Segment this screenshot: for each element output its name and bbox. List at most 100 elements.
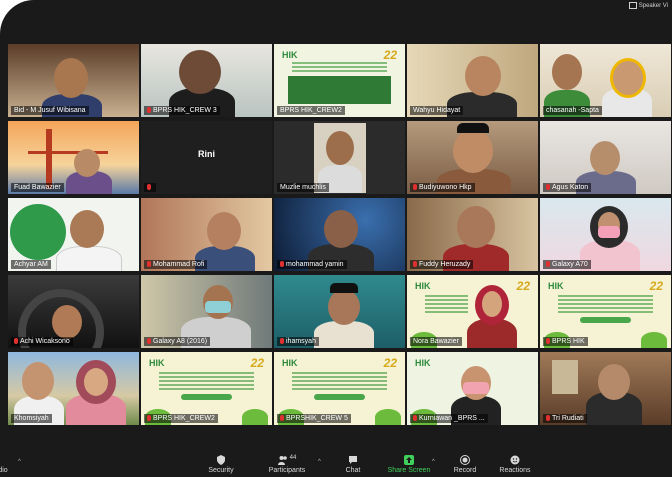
participant-name: Achyar AM [11,260,51,269]
participant-name: Wahyu Hidayat [410,106,464,115]
audio-button[interactable]: dio [0,455,28,474]
muted-mic-icon [546,415,550,422]
participant-name: Budiyuwono Hkp [410,183,475,192]
video-tile[interactable]: Fuddy Heruzady [407,198,538,271]
muted-mic-icon [147,261,151,268]
video-tile[interactable]: Fuad Bawazier [8,121,139,194]
video-tile[interactable]: Muzlie muchlis [274,121,405,194]
video-tile[interactable]: ihamsyah [274,275,405,348]
share-screen-button[interactable]: Share Screen [384,455,434,474]
video-tile[interactable]: HIK Kurniawan _BPRS ... [407,352,538,425]
leaf-decoration [641,332,667,348]
face-mask [205,301,231,313]
banner-text [159,372,254,390]
participant-body [314,321,374,348]
muted-mic-icon [546,261,550,268]
video-tile[interactable]: Wahyu Hidayat [407,44,538,117]
muted-mic-icon [413,415,417,422]
anniversary-logo: 22 [649,279,663,293]
participants-button[interactable]: 44 Participants [262,455,312,474]
participant-face [326,131,354,165]
participant-face [22,362,54,400]
participant-display-name: Rini [198,149,215,159]
participants-count: 44 [289,455,297,461]
security-button[interactable]: Security [196,455,246,474]
participants-options-caret[interactable]: ^ [318,459,321,465]
share-screen-icon [404,455,414,465]
video-tile[interactable]: BPRS HIK_CREW 3 [141,44,272,117]
participant-face [52,305,82,339]
video-tile[interactable]: Budiyuwono Hkp [407,121,538,194]
participant-face [552,54,582,90]
participant-name [144,183,156,192]
participant-name: chasanah -Sapta [543,106,602,115]
participant-name: Fuad Bawazier [11,183,64,192]
video-tile[interactable]: HIK 22 BPRS HIK [540,275,671,348]
face-mask [463,382,489,394]
anniversary-logo: 22 [383,356,397,370]
participant-body [56,246,122,271]
banner-date-bar [580,317,631,323]
participant-name: mohammad yamin [277,260,347,269]
video-tile[interactable]: Bid - M Jusuf Wibisana [8,44,139,117]
participant-face [482,291,502,317]
video-tile[interactable]: HIK 22 BPRS HIK_CREW2 [141,352,272,425]
audio-options-caret[interactable]: ^ [18,459,21,465]
video-tile[interactable]: mohammad yamin [274,198,405,271]
chat-icon [349,456,357,464]
logo-mark [10,204,66,260]
peci-cap [330,283,358,293]
video-tile[interactable]: HIK 22 Nora Bawazier [407,275,538,348]
banner-text [292,372,387,390]
participant-name: Kurniawan _BPRS ... [410,414,488,423]
speaker-view-icon [628,2,637,9]
muted-mic-icon [546,338,550,345]
anniversary-logo: 22 [383,48,397,62]
participant-face [590,141,620,175]
participant-name: Galaxy A8 (2016) [144,337,211,346]
anniversary-logo: 22 [516,279,530,293]
hik-logo: HIK [415,281,431,291]
microphone-icon [0,455,8,465]
bridge-tower [46,129,52,189]
participant-face [598,364,630,400]
muted-mic-icon [147,338,151,345]
participants-icon [277,456,287,465]
participant-name: BPRS HIK_CREW2 [277,106,345,115]
hik-logo: HIK [548,281,564,291]
video-tile[interactable]: Agus Katon [540,121,671,194]
banner-text [292,62,387,72]
window-frame [552,360,578,394]
participant-face [70,210,104,248]
banner-date-bar [314,394,365,400]
participant-face [610,58,646,98]
chat-button[interactable]: Chat [328,455,378,474]
hik-logo: HIK [282,358,298,368]
participant-name: Mohammad Rofi [144,260,208,269]
video-tile[interactable]: Achi Wicaksono [8,275,139,348]
meeting-toolbar: dio ^ Security 44 Participants ^ Chat Sh… [0,447,672,477]
muted-mic-icon [546,184,550,191]
muted-mic-icon [147,184,151,191]
record-button[interactable]: Record [440,455,490,474]
participant-name: Galaxy A70 [543,260,591,269]
video-tile[interactable]: chasanah -Sapta [540,44,671,117]
video-tile[interactable]: Mohammad Rofi [141,198,272,271]
participant-face [465,56,501,96]
share-options-caret[interactable]: ^ [432,459,435,465]
video-tile[interactable]: HIK 22 BPRSHIK_CREW 5 [274,352,405,425]
muted-mic-icon [14,338,18,345]
video-tile[interactable]: Achyar AM [8,198,139,271]
banner-text [425,295,468,313]
video-tile-active-speaker[interactable]: Khomsiyah [8,352,139,425]
video-tile[interactable]: Rini [141,121,272,194]
video-tile[interactable]: Galaxy A8 (2016) [141,275,272,348]
video-tile[interactable]: Tri Rudiati [540,352,671,425]
muted-mic-icon [147,107,151,114]
speaker-view-button[interactable]: Speaker Vi [628,2,668,9]
reactions-button[interactable]: Reactions [490,455,540,474]
participant-face [457,206,495,248]
video-tile[interactable]: HIK 22 BPRS HIK_CREW2 [274,44,405,117]
video-tile[interactable]: Galaxy A70 [540,198,671,271]
participant-face [179,50,221,94]
